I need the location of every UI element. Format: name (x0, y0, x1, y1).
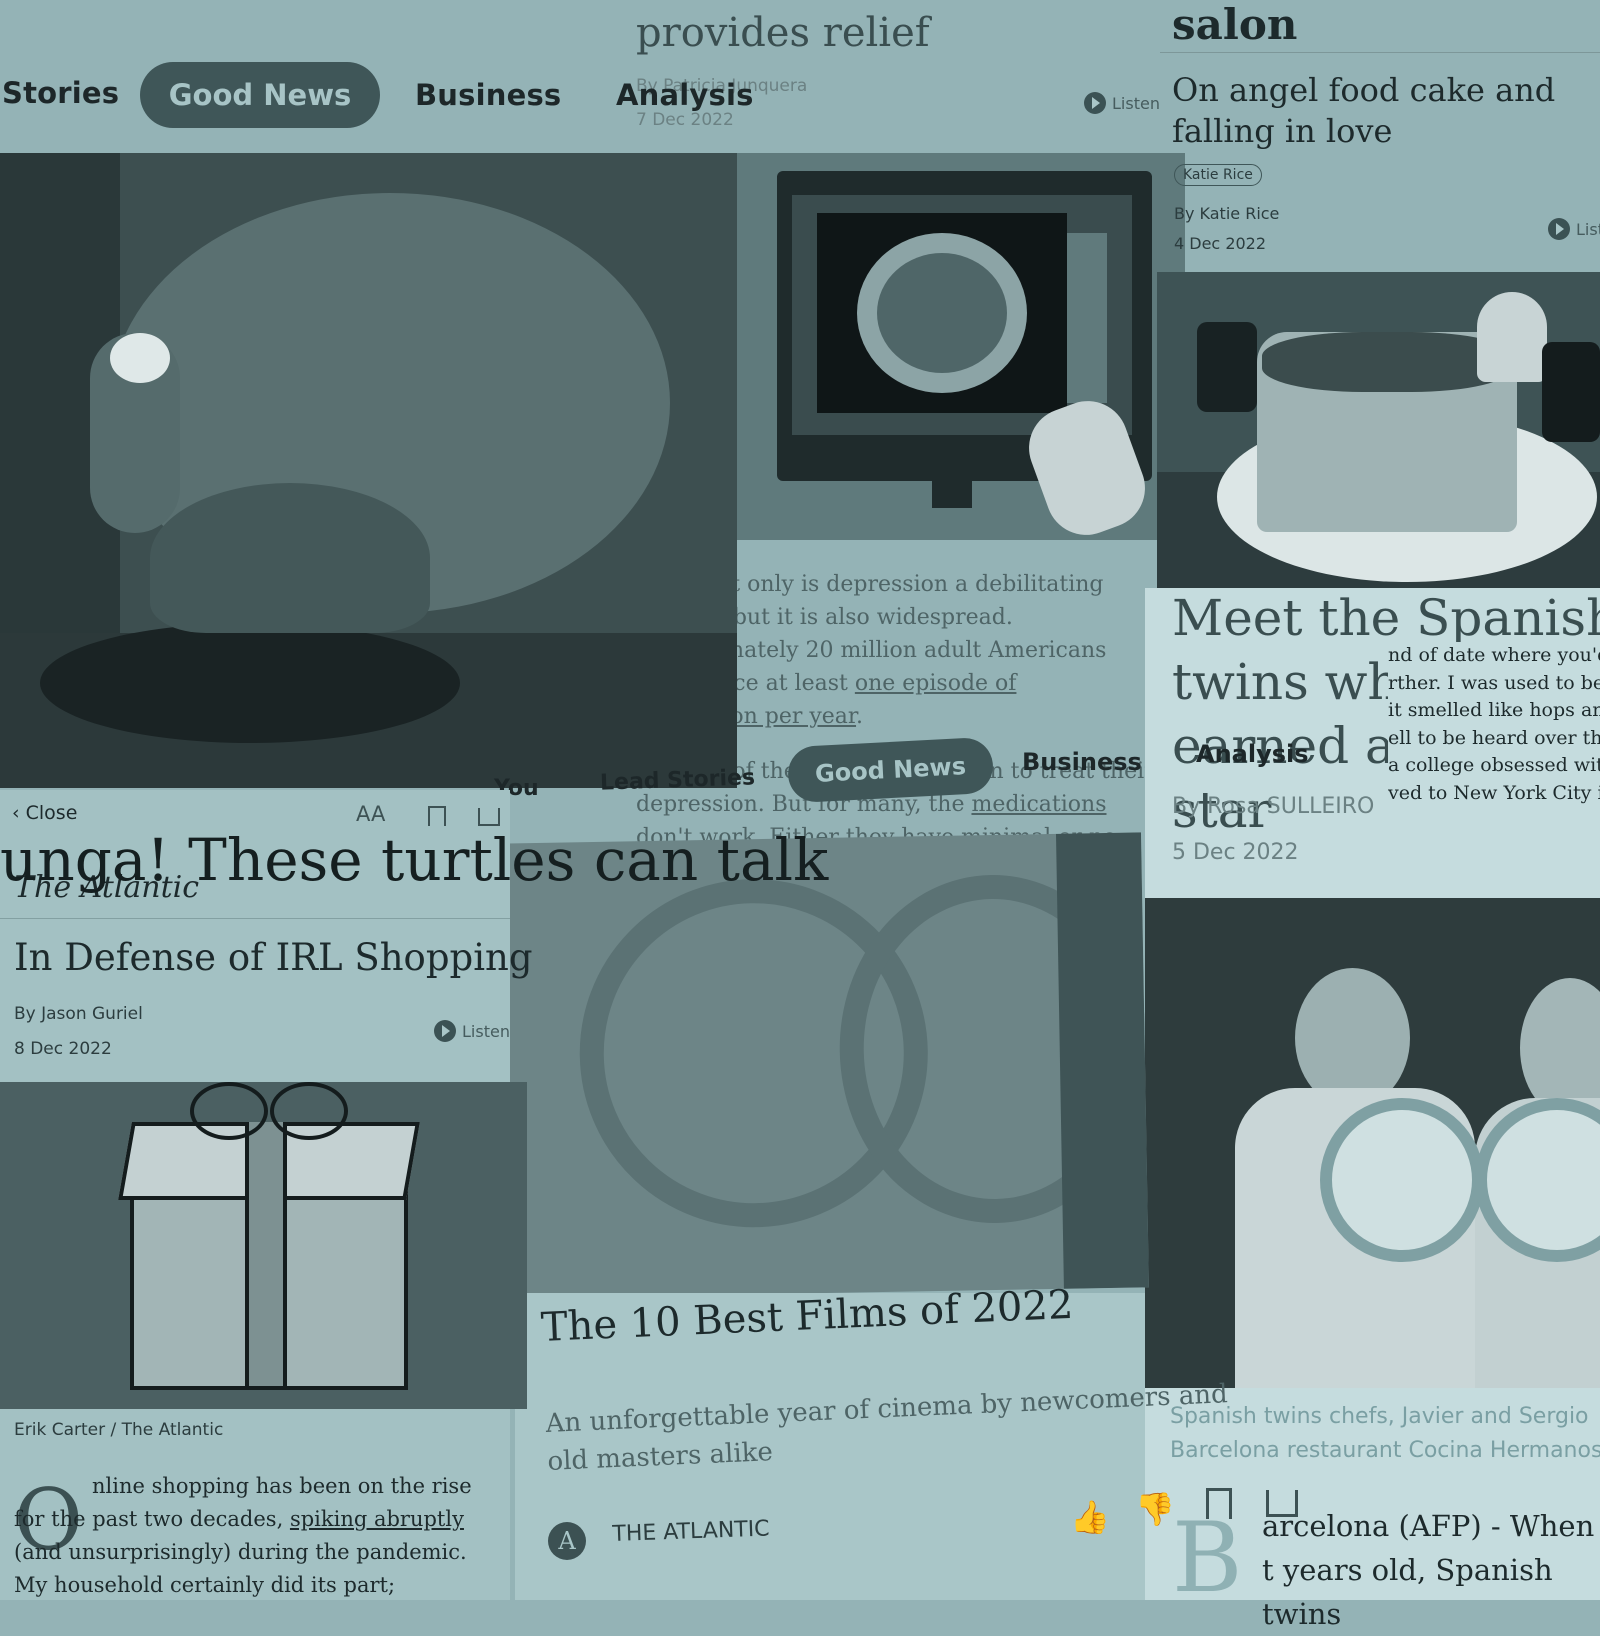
author-tag[interactable]: Katie Rice (1174, 164, 1262, 186)
tab-good-news-label: Good News (168, 78, 352, 112)
twins-body: arcelona (AFP) - When t years old, Spani… (1262, 1509, 1595, 1631)
twins-byline: By Rosa SULLEIRO (1172, 794, 1375, 819)
listen-label: Listen (1112, 93, 1160, 113)
divider (1160, 52, 1600, 53)
twins-body-line: rther. I was used to being (1388, 671, 1600, 694)
thumbs-up-icon[interactable]: 👍 (1070, 1498, 1110, 1536)
divider (0, 918, 510, 919)
turtle-photo (0, 153, 737, 788)
salon-headline[interactable]: On angel food cake and falling in love (1172, 70, 1600, 152)
close-button[interactable]: ‹ Close (12, 802, 77, 824)
atlantic-byline: By Jason Guriel (14, 1004, 143, 1024)
salon-byline: By Katie Rice (1174, 204, 1280, 223)
tab-analysis-2[interactable]: Analysis (1196, 740, 1309, 768)
chevron-left-icon: ‹ (12, 802, 26, 824)
article-link-2[interactable]: medications (971, 792, 1106, 817)
atlantic-link[interactable]: spiking abruptly (290, 1507, 464, 1531)
tab-good-news[interactable]: Good News (140, 62, 380, 128)
salon-listen-label: Listen (1576, 219, 1600, 239)
film-reel-photo (496, 832, 1149, 1299)
play-icon (1084, 92, 1106, 114)
article-date: 7 Dec 2022 (636, 110, 734, 130)
twins-date: 5 Dec 2022 (1172, 840, 1299, 865)
atlantic-headline[interactable]: In Defense of IRL Shopping (14, 936, 533, 979)
chefs-photo (1145, 898, 1600, 1388)
article-headline-fragment: provides relief (636, 10, 930, 56)
twins-body-line: a college obsessed with (1388, 754, 1600, 776)
twins-dropcap: B (1172, 1502, 1243, 1614)
twins-body-line: ell to be heard over the (1388, 726, 1600, 749)
tab-analysis[interactable]: Analysis (616, 78, 754, 112)
tab-good-news-2-label: Good News (814, 752, 967, 788)
twins-body-line: ved to New York City ius (1388, 781, 1600, 804)
share-icon[interactable] (1266, 1490, 1298, 1517)
brain-scan-photo (737, 153, 1185, 540)
tab-stories[interactable]: Stories (2, 76, 119, 110)
atlantic-listen-label: Listen (462, 1021, 510, 1041)
share-icon[interactable] (478, 808, 500, 826)
twins-body-line: it smelled like hops and (1388, 699, 1600, 721)
tab-business-2[interactable]: Business (1022, 748, 1142, 776)
pixel-gift-illustration (0, 1082, 527, 1409)
image-credit: Erik Carter / The Atlantic (14, 1420, 224, 1440)
atlantic-body-text-2: (and unsurprisingly) during the pandemic… (14, 1540, 467, 1597)
atlantic-body: nline shopping has been on the rise for … (14, 1470, 494, 1602)
text-size-button[interactable]: AA (356, 802, 385, 826)
tab-business[interactable]: Business (415, 78, 561, 112)
thumbs-down-icon[interactable]: 👎 (1135, 1490, 1175, 1528)
bookmark-icon[interactable] (428, 806, 446, 826)
atlantic-date: 8 Dec 2022 (14, 1039, 112, 1059)
twins-body-text: nd of date where you'd rther. I was used… (1388, 642, 1600, 807)
angel-food-cake-photo (1157, 272, 1600, 588)
publisher-logo: A (548, 1522, 586, 1560)
bookmark-icon[interactable] (1206, 1488, 1232, 1519)
play-icon (434, 1020, 456, 1042)
close-label: Close (25, 802, 78, 824)
salon-logo: salon (1172, 0, 1298, 49)
play-icon (1548, 218, 1570, 240)
salon-date: 4 Dec 2022 (1174, 234, 1267, 253)
salon-listen-button[interactable]: Listen (1548, 218, 1600, 240)
tab-good-news-2[interactable]: Good News (786, 736, 995, 804)
listen-button[interactable]: Listen (1084, 92, 1160, 114)
atlantic-listen-button[interactable]: Listen (434, 1020, 510, 1042)
twins-body-line: nd of date where you'd (1388, 644, 1600, 666)
turtle-headline[interactable]: unga! These turtles can talk (0, 826, 828, 894)
